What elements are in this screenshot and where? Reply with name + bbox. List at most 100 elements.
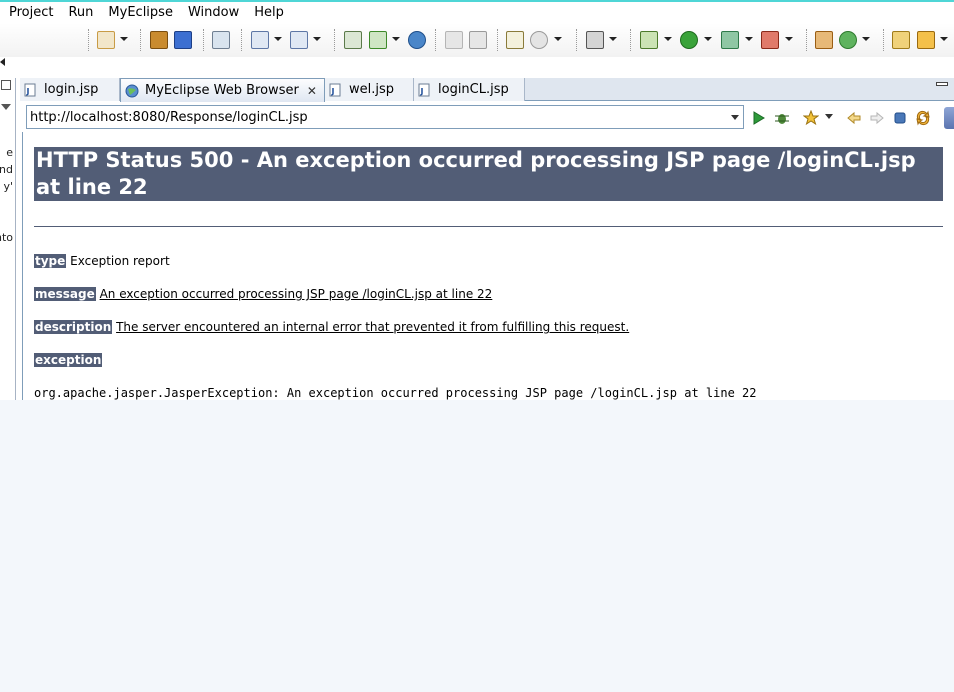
truncated-text: e: [6, 146, 13, 159]
go-icon[interactable]: [751, 110, 767, 126]
ide-window: Project Run MyEclipse Window Help e nd y…: [0, 0, 954, 400]
menu-help[interactable]: Help: [246, 3, 291, 23]
throbber-icon: [944, 107, 954, 129]
globe-icon: [125, 84, 139, 98]
debug-dropdown-icon[interactable]: [664, 37, 672, 41]
run-config-dropdown-icon[interactable]: [745, 37, 753, 41]
new-wizard-icon[interactable]: [97, 31, 115, 49]
run-config-icon[interactable]: [721, 31, 739, 49]
description-value: The server encountered an internal error…: [116, 320, 630, 334]
menu-bar: Project Run MyEclipse Window Help: [0, 0, 954, 23]
search-dropdown-icon[interactable]: [313, 37, 321, 41]
toolbar-separator: [334, 29, 335, 51]
external-tools-icon[interactable]: [761, 31, 779, 49]
minimize-view-icon[interactable]: [936, 82, 948, 86]
edit-icon[interactable]: [251, 31, 269, 49]
type-row: type Exception report: [34, 254, 170, 268]
camera-icon[interactable]: [586, 31, 604, 49]
cube-icon[interactable]: [174, 31, 192, 49]
new-java-icon[interactable]: [839, 31, 857, 49]
jsp-file-icon: J: [329, 83, 343, 97]
disabled-action-icon: [445, 31, 463, 49]
menu-project[interactable]: Project: [0, 3, 60, 23]
description-row: description The server encountered an in…: [34, 320, 629, 334]
new-java-dropdown-icon[interactable]: [862, 37, 870, 41]
truncated-text: y': [3, 180, 13, 193]
globe-icon[interactable]: [408, 31, 426, 49]
run-server-dropdown-icon[interactable]: [392, 37, 400, 41]
divider: [34, 226, 943, 227]
edit-dropdown-icon[interactable]: [274, 37, 282, 41]
run-icon[interactable]: [680, 31, 698, 49]
hierarchy-icon[interactable]: [344, 31, 362, 49]
tab-wel-jsp[interactable]: J wel.jsp: [325, 78, 414, 101]
menu-myeclipse[interactable]: MyEclipse: [100, 3, 180, 23]
toolbar-separator: [435, 29, 436, 51]
stop-icon[interactable]: [892, 110, 908, 126]
tab-web-browser[interactable]: MyEclipse Web Browser ✕: [120, 78, 325, 102]
tab-logincl-jsp[interactable]: J loginCL.jsp: [414, 78, 525, 101]
toolbar-separator: [883, 29, 884, 51]
run-dropdown-icon[interactable]: [704, 37, 712, 41]
tab-label: loginCL.jsp: [438, 82, 509, 97]
camera-dropdown-icon[interactable]: [609, 37, 617, 41]
toolbar-separator: [241, 29, 242, 51]
open-type-icon[interactable]: [892, 31, 910, 49]
svg-text:J: J: [331, 87, 335, 96]
restore-icon[interactable]: [1, 80, 11, 90]
back-icon[interactable]: [846, 110, 862, 126]
message-row: message An exception occurred processing…: [34, 287, 492, 301]
svg-text:J: J: [26, 87, 30, 96]
truncated-text: nto: [0, 231, 13, 244]
debug-icon[interactable]: [640, 31, 658, 49]
description-label: description: [34, 320, 113, 334]
exception-stacktrace: org.apache.jasper.JasperException: An ex…: [34, 386, 757, 400]
search-icon[interactable]: [290, 31, 308, 49]
url-dropdown-icon[interactable]: [731, 115, 739, 120]
menu-run[interactable]: Run: [60, 3, 100, 23]
tab-label: wel.jsp: [349, 82, 395, 97]
package-icon[interactable]: [150, 31, 168, 49]
menu-window[interactable]: Window: [180, 3, 246, 23]
external-tools-dropdown-icon[interactable]: [785, 37, 793, 41]
forward-icon[interactable]: [869, 110, 885, 126]
web-dropdown-icon[interactable]: [554, 37, 562, 41]
new-class-icon[interactable]: [815, 31, 833, 49]
tab-login-jsp[interactable]: J login.jsp: [20, 78, 120, 101]
exception-label: exception: [34, 353, 103, 367]
main-toolbar: [0, 23, 954, 57]
url-combobox[interactable]: [26, 105, 744, 129]
open-task-dropdown-icon[interactable]: [940, 37, 948, 41]
svg-text:J: J: [420, 87, 424, 96]
browser-content: HTTP Status 500 - An exception occurred …: [22, 132, 954, 400]
debug-page-icon[interactable]: [774, 110, 790, 126]
refresh-page-icon[interactable]: [915, 110, 931, 126]
jsp-file-icon: J: [24, 83, 38, 97]
view-menu-icon[interactable]: [1, 104, 11, 110]
refresh-icon[interactable]: [469, 31, 487, 49]
truncated-text: nd: [0, 163, 13, 176]
url-input[interactable]: [27, 106, 722, 129]
toolbar-separator: [88, 29, 89, 51]
tab-label: login.jsp: [44, 82, 99, 97]
left-side-panel: e nd y' nto: [0, 78, 16, 400]
web-disabled-icon: [530, 31, 548, 49]
toolbar-separator: [630, 29, 631, 51]
deploy-icon[interactable]: [212, 31, 230, 49]
exception-row: exception: [34, 353, 103, 367]
bookmark-dropdown-icon[interactable]: [825, 114, 833, 119]
page-title: HTTP Status 500 - An exception occurred …: [34, 147, 943, 201]
close-tab-icon[interactable]: ✕: [307, 84, 317, 98]
jsp-file-icon: J: [418, 83, 432, 97]
bookmark-star-icon[interactable]: [802, 109, 820, 126]
type-label: type: [34, 254, 67, 268]
new-wizard-dropdown-icon[interactable]: [120, 37, 128, 41]
toolbar-separator: [497, 29, 498, 51]
toolbar-left-chevron-icon[interactable]: [0, 58, 5, 66]
open-task-icon[interactable]: [917, 31, 935, 49]
table-icon[interactable]: [506, 31, 524, 49]
toolbar-separator: [140, 29, 141, 51]
type-value: Exception report: [70, 254, 170, 268]
run-server-icon[interactable]: [369, 31, 387, 49]
toolbar-separator: [203, 29, 204, 51]
